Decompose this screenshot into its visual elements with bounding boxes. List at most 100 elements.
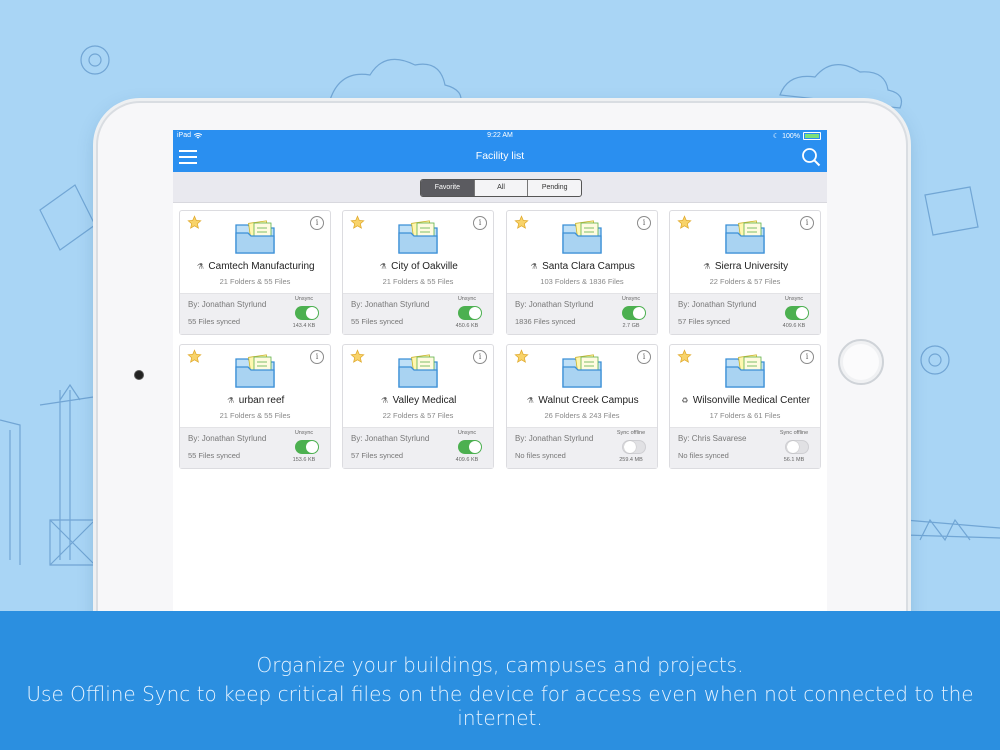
facility-counts: 22 Folders & 57 Files: [709, 277, 781, 286]
star-icon[interactable]: [350, 215, 365, 230]
info-icon[interactable]: i: [473, 350, 487, 364]
sync-label: Unsync: [457, 296, 477, 302]
sync-size: 56.1 MB: [783, 457, 805, 463]
card-footer: By: Jonathan Styrlund 55 Files synced Unsy…: [343, 293, 493, 334]
building-icon: ⚗: [381, 396, 389, 405]
segment-bar: Favorite All Pending: [173, 172, 827, 203]
card-footer: By: Chris Savarese No files synced Sync of…: [670, 427, 820, 468]
home-button[interactable]: [838, 339, 884, 385]
facility-counts: 17 Folders & 61 Files: [709, 411, 781, 420]
info-icon[interactable]: i: [637, 350, 651, 364]
promo-banner: Organize your buildings, campuses and pr…: [0, 611, 1000, 750]
owner-label: By: Jonathan Styrlund: [351, 300, 430, 309]
star-icon[interactable]: [677, 215, 692, 230]
star-icon[interactable]: [514, 215, 529, 230]
synced-status: 55 Files synced: [188, 317, 241, 326]
card-footer: By: Jonathan Styrlund 55 Files synced Unsy…: [180, 293, 330, 334]
folder-icon: [398, 220, 438, 254]
folder-icon: [562, 354, 602, 388]
status-bar: iPad 9:22 AM ☾ 100%: [173, 130, 827, 142]
folder-icon: [725, 354, 765, 388]
sync-label: Unsync: [621, 296, 641, 302]
sync-toggle[interactable]: [458, 306, 482, 320]
facility-name: urban reef: [238, 395, 285, 406]
facility-counts: 26 Folders & 243 Files: [544, 411, 620, 420]
battery-percent: 100%: [782, 132, 800, 140]
sync-toggle[interactable]: [785, 440, 809, 454]
facility-name-row: ⚗ Santa Clara Campus: [507, 261, 657, 272]
star-icon[interactable]: [514, 349, 529, 364]
facility-name-row: ⚗ Camtech Manufacturing: [180, 261, 330, 272]
sync-size: 450.6 KB: [455, 323, 479, 329]
sync-label: Unsync: [457, 430, 477, 436]
sync-size: 259.4 MB: [619, 457, 643, 463]
facility-name: Santa Clara Campus: [542, 261, 635, 272]
sync-toggle[interactable]: [622, 440, 646, 454]
tab-favorite[interactable]: Favorite: [421, 180, 475, 196]
sync-toggle[interactable]: [622, 306, 646, 320]
star-icon[interactable]: [187, 349, 202, 364]
sync-size: 143.4 KB: [292, 323, 316, 329]
info-icon[interactable]: i: [310, 216, 324, 230]
facility-name-row: ♻ Wilsonville Medical Center: [670, 395, 820, 406]
building-icon: ⚗: [196, 262, 204, 271]
sync-label: Sync offline: [616, 430, 646, 436]
facility-card[interactable]: i ⚗ Walnut Creek Campus 26 Folders & 243 Fi…: [506, 344, 658, 469]
folder-icon: [235, 220, 275, 254]
search-icon[interactable]: [801, 147, 821, 167]
facility-card[interactable]: i ⚗ City of Oakville 21 Folders & 55 Files B…: [342, 210, 494, 335]
card-footer: By: Jonathan Styrlund 57 Files synced Unsy…: [343, 427, 493, 468]
owner-label: By: Jonathan Styrlund: [188, 434, 267, 443]
facility-name-row: ⚗ Sierra University: [670, 261, 820, 272]
star-icon[interactable]: [187, 215, 202, 230]
banner-line-1: Organize your buildings, campuses and pr…: [256, 653, 744, 677]
facility-card[interactable]: i ⚗ Valley Medical 22 Folders & 57 Files By:…: [342, 344, 494, 469]
folder-icon: [235, 354, 275, 388]
building-icon: ⚗: [526, 396, 534, 405]
building-icon: ⚗: [227, 396, 235, 405]
folder-icon: [398, 354, 438, 388]
battery-icon: [803, 132, 821, 140]
card-footer: By: Jonathan Styrlund 1836 Files synced Un…: [507, 293, 657, 334]
app-screen: iPad 9:22 AM ☾ 100% Facility list Favori…: [173, 130, 827, 620]
owner-label: By: Jonathan Styrlund: [188, 300, 267, 309]
owner-label: By: Jonathan Styrlund: [515, 434, 594, 443]
sync-toggle[interactable]: [458, 440, 482, 454]
facility-name-row: ⚗ Walnut Creek Campus: [507, 395, 657, 406]
star-icon[interactable]: [677, 349, 692, 364]
facility-card[interactable]: i ⚗ Camtech Manufacturing 21 Folders & 55 F…: [179, 210, 331, 335]
sync-toggle[interactable]: [295, 440, 319, 454]
card-footer: By: Jonathan Styrlund 57 Files synced Unsy…: [670, 293, 820, 334]
facility-name: Camtech Manufacturing: [208, 261, 315, 272]
info-icon[interactable]: i: [310, 350, 324, 364]
facility-card[interactable]: i ⚗ urban reef 21 Folders & 55 Files By: Jon…: [179, 344, 331, 469]
star-icon[interactable]: [350, 349, 365, 364]
sync-toggle[interactable]: [295, 306, 319, 320]
sync-size: 153.6 KB: [292, 457, 316, 463]
facility-counts: 103 Folders & 1836 Files: [540, 277, 624, 286]
status-time: 9:22 AM: [487, 132, 513, 139]
sync-toggle[interactable]: [785, 306, 809, 320]
banner-line-2: Use Offline Sync to keep critical files …: [26, 682, 974, 730]
synced-status: 57 Files synced: [678, 317, 731, 326]
recycle-icon: ♻: [681, 396, 689, 405]
facility-counts: 21 Folders & 55 Files: [219, 277, 291, 286]
facility-card[interactable]: i ⚗ Sierra University 22 Folders & 57 Files…: [669, 210, 821, 335]
sync-label: Unsync: [784, 296, 804, 302]
facility-counts: 21 Folders & 55 Files: [382, 277, 454, 286]
building-icon: ⚗: [530, 262, 538, 271]
tab-pending[interactable]: Pending: [528, 180, 581, 196]
rotation-lock-icon: ☾: [772, 133, 780, 140]
tab-all[interactable]: All: [475, 180, 529, 196]
info-icon[interactable]: i: [800, 350, 814, 364]
info-icon[interactable]: i: [473, 216, 487, 230]
camera-icon: [134, 370, 144, 380]
facility-name: Sierra University: [714, 261, 789, 272]
facility-card[interactable]: i ♻ Wilsonville Medical Center 17 Folders &…: [669, 344, 821, 469]
facility-name: Wilsonville Medical Center: [692, 395, 811, 406]
info-icon[interactable]: i: [637, 216, 651, 230]
info-icon[interactable]: i: [800, 216, 814, 230]
sync-label: Sync offline: [779, 430, 809, 436]
nav-bar: Facility list: [173, 142, 827, 172]
facility-card[interactable]: i ⚗ Santa Clara Campus 103 Folders & 1836 F…: [506, 210, 658, 335]
